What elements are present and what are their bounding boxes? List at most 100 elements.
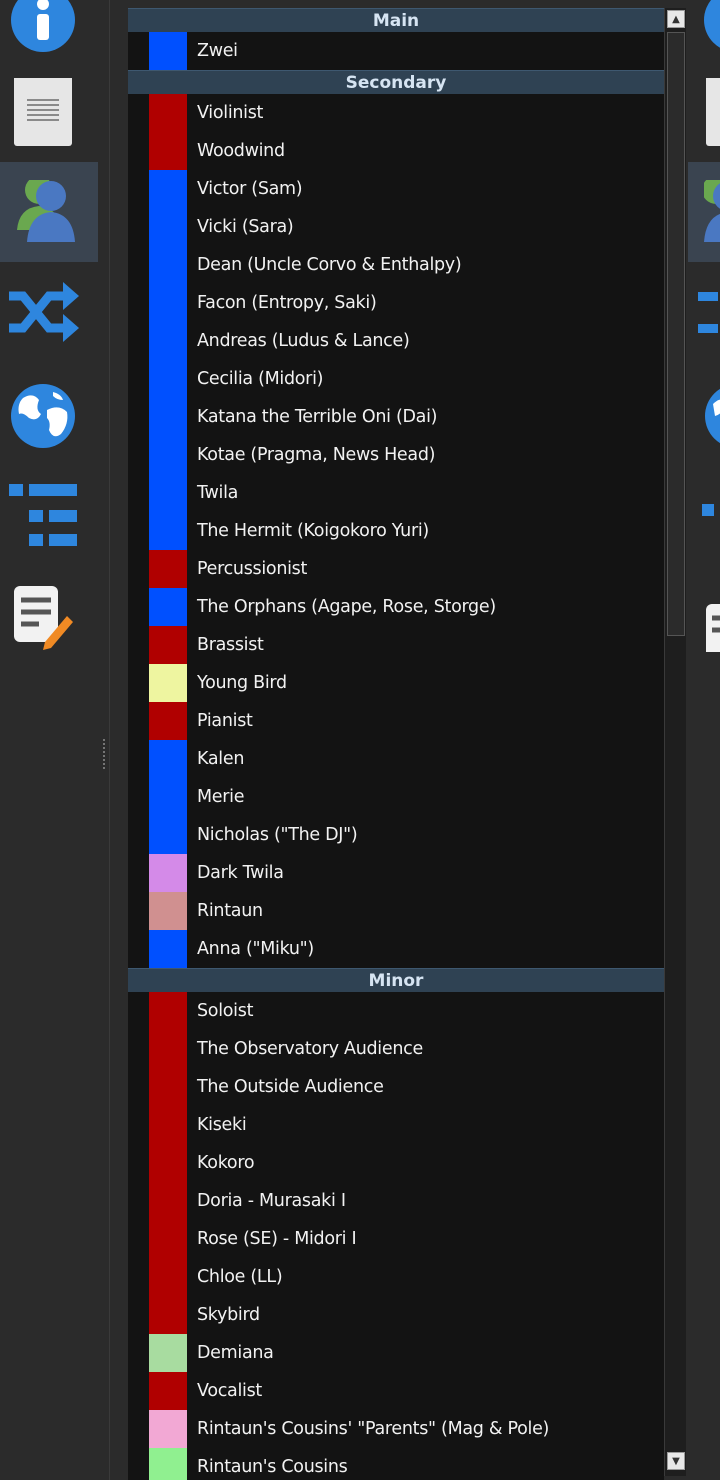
document-button-secondary[interactable] bbox=[688, 60, 720, 160]
color-swatch bbox=[149, 398, 187, 436]
color-swatch bbox=[149, 702, 187, 740]
globe-icon bbox=[11, 384, 75, 448]
character-name: Merie bbox=[197, 787, 245, 807]
character-name: Anna ("Miku") bbox=[197, 939, 314, 959]
color-swatch bbox=[149, 626, 187, 664]
character-row[interactable]: Facon (Entropy, Saki) bbox=[128, 284, 664, 322]
scroll-thumb[interactable] bbox=[667, 32, 685, 636]
character-name: The Outside Audience bbox=[197, 1077, 384, 1097]
character-name: Kokoro bbox=[197, 1153, 255, 1173]
color-swatch bbox=[149, 322, 187, 360]
group-header-minor[interactable]: Minor bbox=[128, 968, 664, 992]
outline-button-secondary[interactable] bbox=[688, 466, 720, 566]
list-icon bbox=[702, 504, 714, 516]
character-icon bbox=[704, 180, 720, 242]
shuffle-button[interactable] bbox=[0, 264, 98, 364]
character-name: Rintaun bbox=[197, 901, 263, 921]
character-row[interactable]: Nicholas ("The DJ") bbox=[128, 816, 664, 854]
character-row[interactable]: Brassist bbox=[128, 626, 664, 664]
shuffle-icon bbox=[9, 282, 79, 342]
character-name: Demiana bbox=[197, 1343, 274, 1363]
character-icon bbox=[17, 180, 75, 242]
color-swatch bbox=[149, 816, 187, 854]
world-button-secondary[interactable] bbox=[688, 366, 720, 466]
character-row[interactable]: Katana the Terrible Oni (Dai) bbox=[128, 398, 664, 436]
group-header-main[interactable]: Main bbox=[128, 8, 664, 32]
character-list[interactable]: Main Zwei Secondary Violinist Woodwind Victor… bbox=[128, 8, 664, 1480]
character-row[interactable]: Chloe (LL) bbox=[128, 1258, 664, 1296]
scroll-down-button[interactable]: ▼ bbox=[667, 1452, 685, 1470]
character-row[interactable]: Anna ("Miku") bbox=[128, 930, 664, 968]
character-row[interactable]: Merie bbox=[128, 778, 664, 816]
group-header-secondary[interactable]: Secondary bbox=[128, 70, 664, 94]
outline-button[interactable] bbox=[0, 466, 98, 566]
character-name: Zwei bbox=[197, 41, 238, 61]
character-row[interactable]: Skybird bbox=[128, 1296, 664, 1334]
color-swatch bbox=[149, 1258, 187, 1296]
character-row[interactable]: Demiana bbox=[128, 1334, 664, 1372]
color-swatch bbox=[149, 170, 187, 208]
color-swatch bbox=[149, 1372, 187, 1410]
character-row[interactable]: Dark Twila bbox=[128, 854, 664, 892]
color-swatch bbox=[149, 246, 187, 284]
characters-button[interactable] bbox=[0, 162, 98, 262]
list-icon bbox=[9, 484, 77, 546]
color-swatch bbox=[149, 208, 187, 246]
color-swatch bbox=[149, 992, 187, 1030]
character-row[interactable]: Rose (SE) - Midori I bbox=[128, 1220, 664, 1258]
info-button[interactable] bbox=[0, 0, 98, 68]
character-name: Rintaun's Cousins' "Parents" (Mag & Pole… bbox=[197, 1419, 550, 1439]
world-button[interactable] bbox=[0, 366, 98, 466]
character-name: Rintaun's Cousins bbox=[197, 1457, 348, 1477]
character-row[interactable]: The Outside Audience bbox=[128, 1068, 664, 1106]
color-swatch bbox=[149, 1220, 187, 1258]
character-name: Andreas (Ludus & Lance) bbox=[197, 331, 410, 351]
character-row[interactable]: Cecilia (Midori) bbox=[128, 360, 664, 398]
character-row[interactable]: Vocalist bbox=[128, 1372, 664, 1410]
character-row[interactable]: Victor (Sam) bbox=[128, 170, 664, 208]
character-row[interactable]: Doria - Murasaki I bbox=[128, 1182, 664, 1220]
character-row[interactable]: Andreas (Ludus & Lance) bbox=[128, 322, 664, 360]
splitter-handle[interactable] bbox=[102, 738, 106, 770]
scroll-up-button[interactable]: ▲ bbox=[667, 10, 685, 28]
notes-button[interactable] bbox=[0, 566, 98, 666]
character-row[interactable]: Kokoro bbox=[128, 1144, 664, 1182]
character-row[interactable]: Young Bird bbox=[128, 664, 664, 702]
character-name: The Orphans (Agape, Rose, Storge) bbox=[197, 597, 496, 617]
character-row[interactable]: Twila bbox=[128, 474, 664, 512]
notes-button-secondary[interactable] bbox=[688, 566, 720, 666]
characters-button-secondary[interactable] bbox=[688, 162, 720, 262]
color-swatch bbox=[149, 588, 187, 626]
character-name: Nicholas ("The DJ") bbox=[197, 825, 358, 845]
character-row[interactable]: Rintaun's Cousins' "Parents" (Mag & Pole… bbox=[128, 1410, 664, 1448]
character-row[interactable]: Pianist bbox=[128, 702, 664, 740]
document-button[interactable] bbox=[0, 60, 98, 160]
character-row[interactable]: Kalen bbox=[128, 740, 664, 778]
character-name: Facon (Entropy, Saki) bbox=[197, 293, 377, 313]
character-row[interactable]: Zwei bbox=[128, 32, 664, 70]
vertical-scrollbar[interactable]: ▲ ▼ bbox=[664, 8, 686, 1476]
character-name: Chloe (LL) bbox=[197, 1267, 283, 1287]
character-row[interactable]: Violinist bbox=[128, 94, 664, 132]
character-row[interactable]: Vicki (Sara) bbox=[128, 208, 664, 246]
character-row[interactable]: Kiseki bbox=[128, 1106, 664, 1144]
character-row[interactable]: The Orphans (Agape, Rose, Storge) bbox=[128, 588, 664, 626]
character-row[interactable]: The Observatory Audience bbox=[128, 1030, 664, 1068]
right-toolbar bbox=[688, 0, 720, 1480]
character-name: Woodwind bbox=[197, 141, 285, 161]
character-name: Cecilia (Midori) bbox=[197, 369, 324, 389]
character-row[interactable]: Rintaun bbox=[128, 892, 664, 930]
info-icon bbox=[11, 0, 75, 52]
character-name: Katana the Terrible Oni (Dai) bbox=[197, 407, 438, 427]
notes-edit-icon bbox=[706, 604, 720, 652]
character-row[interactable]: Percussionist bbox=[128, 550, 664, 588]
shuffle-button-secondary[interactable] bbox=[688, 264, 720, 364]
character-row[interactable]: Kotae (Pragma, News Head) bbox=[128, 436, 664, 474]
info-button-secondary[interactable] bbox=[688, 0, 720, 68]
character-row[interactable]: The Hermit (Koigokoro Yuri) bbox=[128, 512, 664, 550]
character-row[interactable]: Soloist bbox=[128, 992, 664, 1030]
character-row[interactable]: Rintaun's Cousins bbox=[128, 1448, 664, 1480]
character-row[interactable]: Woodwind bbox=[128, 132, 664, 170]
color-swatch bbox=[149, 740, 187, 778]
character-row[interactable]: Dean (Uncle Corvo & Enthalpy) bbox=[128, 246, 664, 284]
